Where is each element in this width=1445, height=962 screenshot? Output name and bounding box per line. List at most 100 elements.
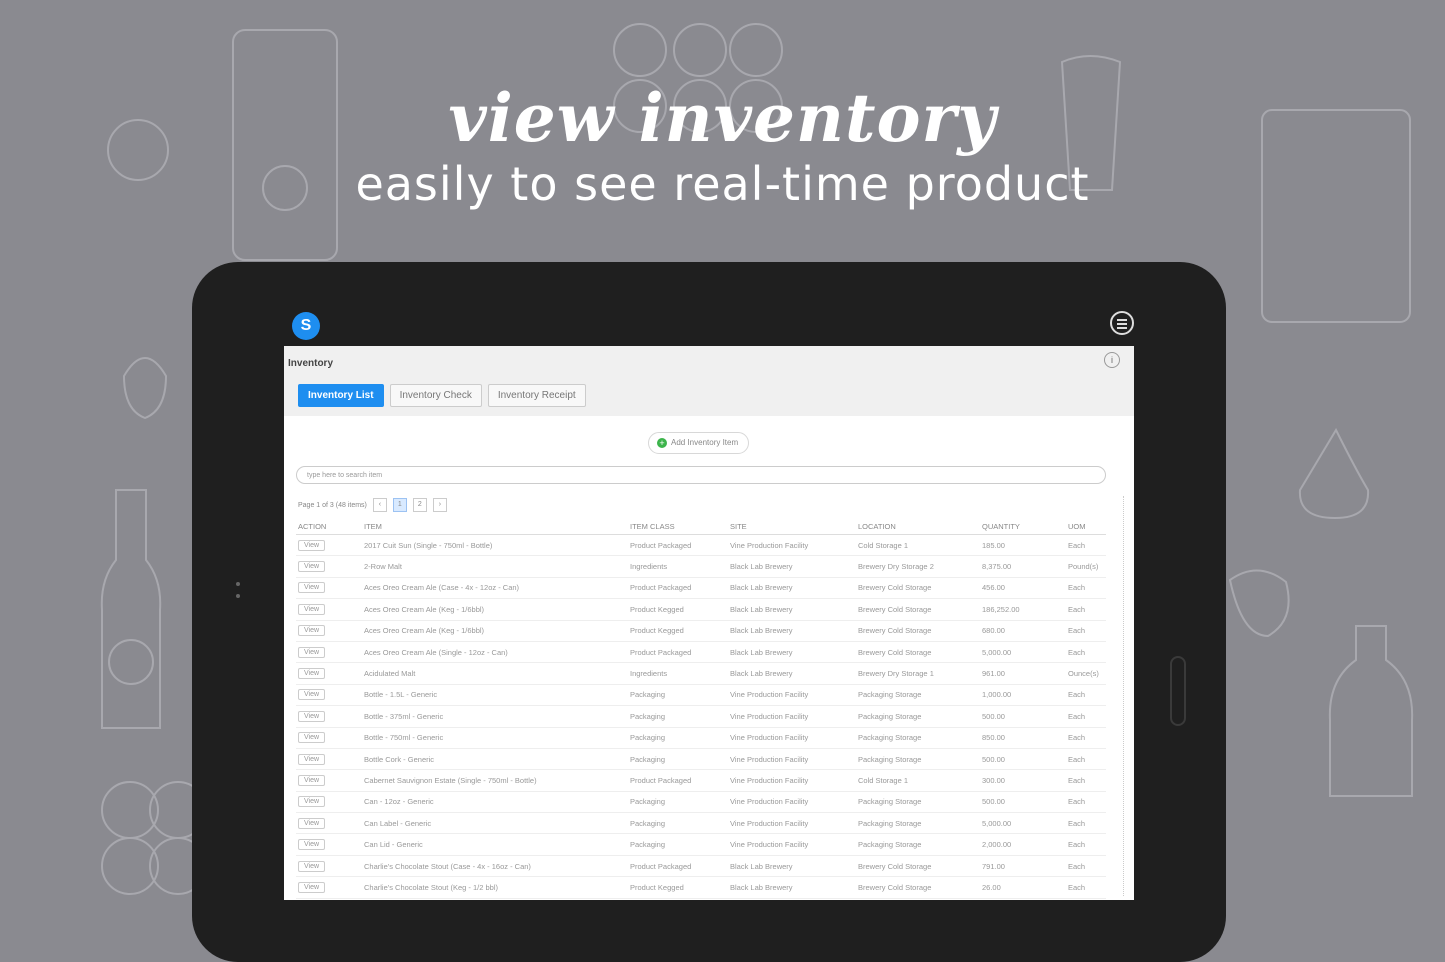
action-cell: View — [296, 748, 362, 771]
table-header-row: ACTION ITEM ITEM CLASS SITE LOCATION QUA… — [296, 518, 1106, 535]
tab-inventory-list[interactable]: Inventory List — [298, 384, 384, 407]
table-row[interactable]: View Bottle - 750ml - Generic Packaging Vin… — [296, 727, 1106, 749]
view-button[interactable]: View — [298, 539, 326, 551]
view-button[interactable]: View — [298, 839, 326, 851]
page-prev-icon[interactable]: ‹ — [372, 498, 387, 512]
site-cell: Vine Production Facility — [728, 812, 856, 835]
location-cell: Brewery Cold Storage — [856, 641, 980, 664]
beer-bottle-outline — [100, 489, 162, 729]
quantity-cell: 850.00 — [980, 727, 1066, 749]
item-class-cell: Product Kegged — [628, 598, 728, 621]
view-button[interactable]: View — [298, 582, 326, 594]
table-row[interactable]: View Can - 12oz - Generic Packaging Vine Pr… — [296, 791, 1106, 814]
item-cell: Aces Oreo Cream Ale (Keg - 1/6bbl) — [362, 620, 628, 642]
table-row[interactable]: View Charlie's Chocolate Stout (Keg - 1/2… — [296, 876, 1106, 899]
item-cell: Can Lid - Generic — [362, 833, 628, 856]
table-row[interactable]: View Cabernet Sauvignon Estate (Single - … — [296, 769, 1106, 792]
item-cell: Aces Oreo Cream Ale (Keg - 1/6bbl) — [362, 598, 628, 621]
table-row[interactable]: View Charlie's Chocolate Stout (Case - 4x… — [296, 855, 1106, 878]
table-row[interactable]: View Bottle Cork - Generic Packaging Vine P… — [296, 748, 1106, 771]
view-button[interactable]: View — [298, 753, 326, 765]
view-button[interactable]: View — [298, 561, 326, 573]
cans-outline — [101, 781, 207, 895]
hamburger-menu-icon[interactable] — [1110, 311, 1134, 335]
view-button[interactable]: View — [298, 625, 326, 637]
view-button[interactable]: View — [298, 689, 326, 701]
view-button[interactable]: View — [298, 817, 326, 829]
item-cell: Bottle Cork - Generic — [362, 748, 628, 771]
view-button[interactable]: View — [298, 710, 326, 722]
site-cell: Vine Production Facility — [728, 684, 856, 707]
uom-cell: Pound(s) — [1066, 555, 1106, 578]
tab-inventory-receipt[interactable]: Inventory Receipt — [487, 384, 586, 407]
column-header-site[interactable]: SITE — [728, 518, 856, 535]
item-class-cell: Ingredients — [628, 662, 728, 685]
add-inventory-item-button[interactable]: + Add Inventory Item — [648, 432, 750, 454]
action-cell: View — [296, 641, 362, 664]
column-header-item[interactable]: ITEM — [362, 518, 628, 535]
view-button[interactable]: View — [298, 796, 326, 808]
page-button-1[interactable]: 1 — [392, 498, 407, 512]
page-next-icon[interactable]: › — [432, 498, 447, 512]
item-class-cell: Packaging — [628, 727, 728, 749]
site-cell: Vine Production Facility — [728, 534, 856, 557]
table-row[interactable]: View Can Lid - Generic Packaging Vine Produ… — [296, 833, 1106, 856]
view-button[interactable]: View — [298, 603, 326, 615]
table-row[interactable]: View Aces Oreo Cream Ale (Keg - 1/6bbl) Pr… — [296, 620, 1106, 642]
column-header-action[interactable]: ACTION — [296, 518, 362, 535]
item-cell: 2017 Cuit Sun (Single - 750ml - Bottle) — [362, 534, 628, 557]
table-row[interactable]: View Can Label - Generic Packaging Vine Pro… — [296, 812, 1106, 835]
page-button-2[interactable]: 2 — [412, 498, 427, 512]
location-cell: Brewery Dry Storage 1 — [856, 662, 980, 685]
view-button[interactable]: View — [298, 668, 326, 680]
uom-cell: Each — [1066, 812, 1106, 835]
site-cell: Black Lab Brewery — [728, 876, 856, 899]
uom-cell: Each — [1066, 705, 1106, 728]
uom-cell: Each — [1066, 727, 1106, 749]
action-cell: View — [296, 534, 362, 557]
quantity-cell: 500.00 — [980, 791, 1066, 814]
item-class-cell: Product Kegged — [628, 620, 728, 642]
uom-cell: Each — [1066, 684, 1106, 707]
quantity-cell: 456.00 — [980, 577, 1066, 600]
table-row[interactable]: View Bottle - 375ml - Generic Packaging Vin… — [296, 705, 1106, 728]
column-header-quantity[interactable]: QUANTITY — [980, 518, 1066, 535]
table-row[interactable]: View Acidulated Malt Ingredients Black Lab … — [296, 662, 1106, 685]
action-cell: View — [296, 791, 362, 814]
table-row[interactable]: View 2-Row Malt Ingredients Black Lab Brewe… — [296, 555, 1106, 578]
column-header-location[interactable]: LOCATION — [856, 518, 980, 535]
hop-outline — [122, 357, 168, 420]
item-cell: 2-Row Malt — [362, 555, 628, 578]
action-cell: View — [296, 577, 362, 600]
view-button[interactable]: View — [298, 860, 326, 872]
info-icon[interactable]: i — [1104, 352, 1120, 368]
quantity-cell: 5,000.00 — [980, 641, 1066, 664]
app-logo-icon[interactable]: S — [292, 312, 320, 340]
column-header-uom[interactable]: UOM — [1066, 518, 1106, 535]
view-button[interactable]: View — [298, 646, 326, 658]
quantity-cell: 961.00 — [980, 662, 1066, 685]
table-row[interactable]: View Bottle - 1.5L - Generic Packaging Vine… — [296, 684, 1106, 707]
location-cell: Brewery Dry Storage 2 — [856, 555, 980, 578]
uom-cell: Each — [1066, 641, 1106, 664]
table-row[interactable]: View Aces Oreo Cream Ale (Case - 4x - 12o… — [296, 577, 1106, 600]
location-cell: Packaging Storage — [856, 705, 980, 728]
column-header-item-class[interactable]: ITEM CLASS — [628, 518, 728, 535]
scrollbar[interactable] — [1123, 496, 1130, 896]
search-input[interactable]: type here to search item — [296, 466, 1106, 484]
table-row[interactable]: View 2017 Cuit Sun (Single - 750ml - Bott… — [296, 534, 1106, 557]
table-row[interactable]: View Aces Oreo Cream Ale (Single - 12oz -… — [296, 641, 1106, 664]
quantity-cell: 185.00 — [980, 534, 1066, 557]
view-button[interactable]: View — [298, 732, 326, 744]
view-button[interactable]: View — [298, 881, 326, 893]
action-cell: View — [296, 727, 362, 749]
table-row[interactable]: View Aces Oreo Cream Ale (Keg - 1/6bbl) Pr… — [296, 598, 1106, 621]
quantity-cell: 500.00 — [980, 748, 1066, 771]
quantity-cell: 186,252.00 — [980, 598, 1066, 621]
action-cell: View — [296, 833, 362, 856]
quantity-cell: 1,000.00 — [980, 684, 1066, 707]
action-cell: View — [296, 812, 362, 835]
tab-inventory-check[interactable]: Inventory Check — [389, 384, 482, 407]
item-cell: Can - 12oz - Generic — [362, 791, 628, 814]
view-button[interactable]: View — [298, 774, 326, 786]
